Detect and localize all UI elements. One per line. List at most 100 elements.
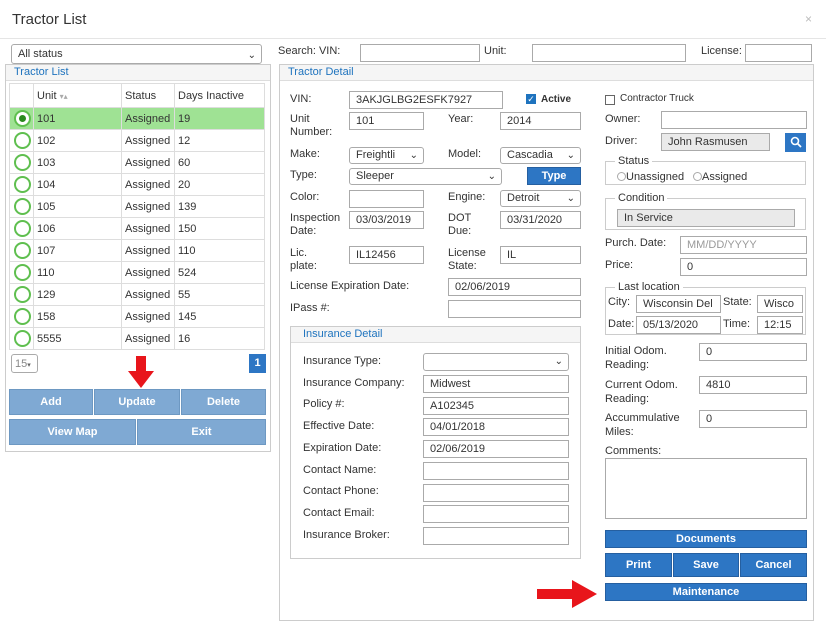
row-radio[interactable] <box>14 154 31 171</box>
print-button[interactable]: Print <box>605 553 672 577</box>
ipass-input[interactable] <box>448 300 581 318</box>
row-select-cell[interactable] <box>9 305 34 328</box>
engine-select[interactable]: Detroit ⌄ <box>500 190 581 207</box>
row-radio[interactable] <box>14 308 31 325</box>
condition-input[interactable]: In Service <box>617 209 795 227</box>
close-icon[interactable]: × <box>805 12 812 26</box>
days-inactive-column-header[interactable]: Days Inactive <box>174 83 265 108</box>
license-state-input[interactable]: IL <box>500 246 581 264</box>
vin-input[interactable]: 3AKJGLBG2ESFK7927 <box>349 91 503 109</box>
row-select-cell[interactable] <box>9 173 34 196</box>
table-row[interactable]: 103 Assigned 60 <box>9 151 265 174</box>
add-button[interactable]: Add <box>9 389 93 415</box>
active-label: Active <box>541 94 572 105</box>
type-select[interactable]: Sleeper ⌄ <box>349 168 502 185</box>
lic-plate-input[interactable]: IL12456 <box>349 246 424 264</box>
license-filter-input[interactable] <box>745 44 812 62</box>
table-row[interactable]: 5555 Assigned 16 <box>9 327 265 350</box>
purch-date-input[interactable]: MM/DD/YYYY <box>680 236 807 254</box>
status-filter-select[interactable]: All status ⌄ <box>11 44 262 64</box>
table-row[interactable]: 110 Assigned 524 <box>9 261 265 284</box>
driver-input[interactable]: John Rasmusen <box>661 133 770 151</box>
ipass-label: IPass #: <box>290 302 330 314</box>
row-radio[interactable] <box>14 264 31 281</box>
comments-textarea[interactable] <box>605 458 807 519</box>
license-expiration-input[interactable]: 02/06/2019 <box>448 278 581 296</box>
unit-number-input[interactable]: 101 <box>349 112 424 130</box>
city-input[interactable]: Wisconsin Del <box>636 295 721 313</box>
table-row[interactable]: 101 Assigned 19 <box>9 107 265 130</box>
row-radio[interactable] <box>14 242 31 259</box>
table-row[interactable]: 102 Assigned 12 <box>9 129 265 152</box>
current-odom-input[interactable]: 4810 <box>699 376 807 394</box>
inspection-date-input[interactable]: 03/03/2019 <box>349 211 424 229</box>
update-button[interactable]: Update <box>94 389 180 415</box>
documents-button[interactable]: Documents <box>605 530 807 548</box>
insurance-broker-input[interactable] <box>423 527 569 545</box>
row-select-cell[interactable] <box>9 107 34 130</box>
row-radio[interactable] <box>14 220 31 237</box>
row-radio[interactable] <box>14 330 31 347</box>
year-input[interactable]: 2014 <box>500 112 581 130</box>
date-input[interactable]: 05/13/2020 <box>636 316 721 334</box>
cell-unit: 102 <box>33 129 122 152</box>
assigned-radio[interactable] <box>693 172 702 181</box>
expiration-date-input[interactable]: 02/06/2019 <box>423 440 569 458</box>
table-row[interactable]: 105 Assigned 139 <box>9 195 265 218</box>
row-select-cell[interactable] <box>9 261 34 284</box>
owner-input[interactable] <box>661 111 807 129</box>
model-select[interactable]: Cascadia ⌄ <box>500 147 581 164</box>
cell-unit: 129 <box>33 283 122 306</box>
effective-date-input[interactable]: 04/01/2018 <box>423 418 569 436</box>
time-input[interactable]: 12:15 <box>757 316 803 334</box>
table-row[interactable]: 129 Assigned 55 <box>9 283 265 306</box>
status-column-header[interactable]: Status <box>121 83 175 108</box>
insurance-type-select[interactable]: ⌄ <box>423 353 569 371</box>
row-radio[interactable] <box>14 176 31 193</box>
color-input[interactable] <box>349 190 424 208</box>
row-select-cell[interactable] <box>9 327 34 350</box>
unit-filter-input[interactable] <box>532 44 686 62</box>
price-input[interactable]: 0 <box>680 258 807 276</box>
delete-button[interactable]: Delete <box>181 389 266 415</box>
contractor-truck-checkbox[interactable] <box>605 95 615 105</box>
dot-due-input[interactable]: 03/31/2020 <box>500 211 581 229</box>
table-row[interactable]: 107 Assigned 110 <box>9 239 265 262</box>
insurance-company-input[interactable]: Midwest <box>423 375 569 393</box>
row-select-cell[interactable] <box>9 195 34 218</box>
search-vin-input[interactable] <box>360 44 480 62</box>
exit-button[interactable]: Exit <box>137 419 266 445</box>
row-radio[interactable] <box>14 286 31 303</box>
row-radio[interactable] <box>14 198 31 215</box>
unassigned-radio[interactable] <box>617 172 626 181</box>
unit-column-header[interactable]: Unit ▾▴ <box>33 83 122 108</box>
table-row[interactable]: 106 Assigned 150 <box>9 217 265 240</box>
row-radio[interactable] <box>14 132 31 149</box>
type-button[interactable]: Type <box>527 167 581 185</box>
contact-name-input[interactable] <box>423 462 569 480</box>
cancel-button[interactable]: Cancel <box>740 553 807 577</box>
page-size-select[interactable]: 15▾ <box>11 354 38 373</box>
active-checkbox[interactable]: ✓ <box>526 94 536 104</box>
make-select[interactable]: Freightli ⌄ <box>349 147 424 164</box>
row-select-cell[interactable] <box>9 239 34 262</box>
search-icon[interactable] <box>785 133 806 152</box>
table-row[interactable]: 158 Assigned 145 <box>9 305 265 328</box>
policy-input[interactable]: A102345 <box>423 397 569 415</box>
maintenance-button[interactable]: Maintenance <box>605 583 807 601</box>
cell-days: 150 <box>174 217 265 240</box>
page-1-button[interactable]: 1 <box>249 354 266 373</box>
row-select-cell[interactable] <box>9 283 34 306</box>
row-radio[interactable] <box>14 110 31 127</box>
state-input[interactable]: Wisco <box>757 295 803 313</box>
contact-phone-input[interactable] <box>423 484 569 502</box>
accumulative-miles-input[interactable]: 0 <box>699 410 807 428</box>
row-select-cell[interactable] <box>9 217 34 240</box>
row-select-cell[interactable] <box>9 129 34 152</box>
row-select-cell[interactable] <box>9 151 34 174</box>
save-button[interactable]: Save <box>673 553 739 577</box>
initial-odom-input[interactable]: 0 <box>699 343 807 361</box>
contact-email-input[interactable] <box>423 505 569 523</box>
table-row[interactable]: 104 Assigned 20 <box>9 173 265 196</box>
view-map-button[interactable]: View Map <box>9 419 136 445</box>
